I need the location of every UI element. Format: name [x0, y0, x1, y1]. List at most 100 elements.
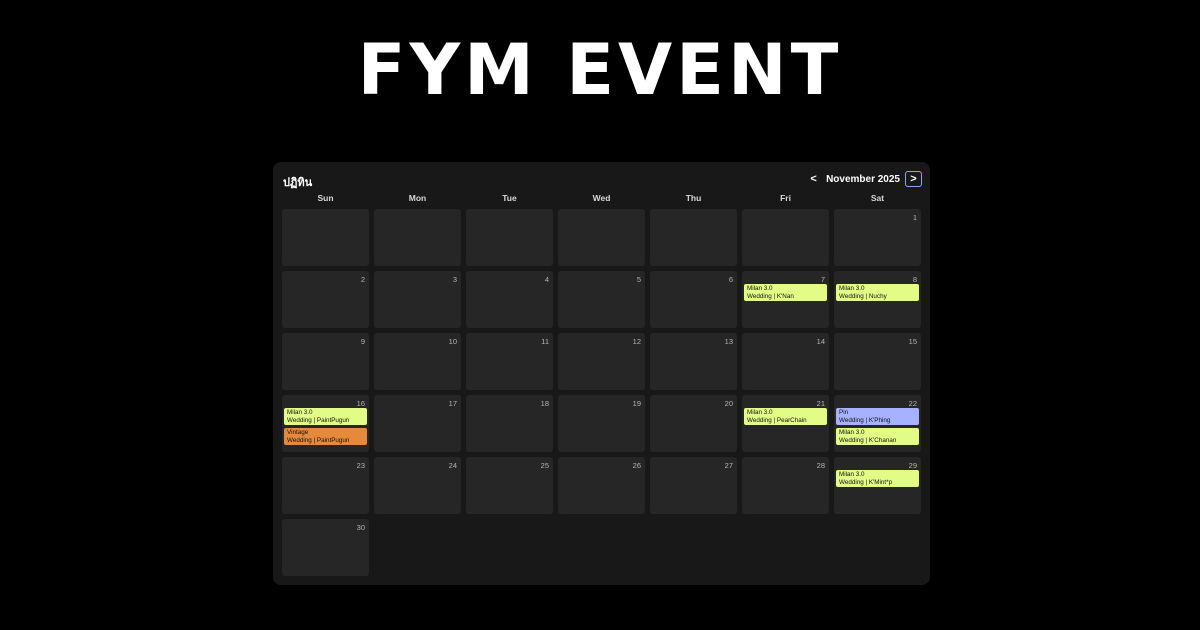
event-title: Milan 3.0	[747, 409, 773, 416]
event-detail: Wedding | K'Mint*p	[839, 478, 893, 486]
day-cell[interactable]: 4	[466, 271, 553, 328]
day-number: 9	[360, 337, 365, 346]
day-number: 16	[356, 399, 365, 408]
day-number: 25	[540, 461, 549, 470]
day-number: 3	[452, 275, 457, 284]
day-cell[interactable]: 28	[742, 457, 829, 514]
event-detail: Wedding | K'Phing	[839, 416, 891, 424]
day-cell[interactable]: 2	[282, 271, 369, 328]
day-cell[interactable]: 24	[374, 457, 461, 514]
day-number: 19	[632, 399, 641, 408]
day-number: 15	[908, 337, 917, 346]
day-number: 10	[448, 337, 457, 346]
day-cell[interactable]: 21 Milan 3.0 Wedding | PearChain	[742, 395, 829, 452]
day-cell[interactable]: 19	[558, 395, 645, 452]
calendar-title: ปฏิทิน	[283, 176, 313, 189]
event-list: Milan 3.0 Wedding | Nuchy	[836, 284, 919, 301]
empty-day-cell	[650, 209, 737, 266]
event-list: Milan 3.0 Wedding | K'Mint*p	[836, 470, 919, 487]
prev-month-button[interactable]: <	[805, 171, 822, 187]
weekday-label: Mon	[408, 193, 427, 203]
empty-day-cell	[742, 209, 829, 266]
day-cell[interactable]: 14	[742, 333, 829, 390]
day-number: 17	[448, 399, 457, 408]
event-chip[interactable]: Milan 3.0 Wedding | PaintPugun	[284, 408, 367, 425]
day-number: 7	[820, 275, 825, 284]
day-number: 23	[356, 461, 365, 470]
page-title: FYM EVENT	[357, 29, 843, 111]
day-cell[interactable]: 20	[650, 395, 737, 452]
weekday-label: Wed	[592, 193, 611, 203]
day-cell[interactable]: 15	[834, 333, 921, 390]
day-number: 30	[356, 523, 365, 532]
month-navigation: < November 2025 >	[805, 171, 922, 187]
day-cell[interactable]: 16 Milan 3.0 Wedding | PaintPugun Vintage We…	[282, 395, 369, 452]
day-cell[interactable]: 9	[282, 333, 369, 390]
day-cell[interactable]: 18	[466, 395, 553, 452]
day-cell[interactable]: 3	[374, 271, 461, 328]
day-cell[interactable]: 5	[558, 271, 645, 328]
day-cell[interactable]: 12	[558, 333, 645, 390]
next-month-button[interactable]: >	[905, 171, 922, 187]
day-cell[interactable]: 25	[466, 457, 553, 514]
day-cell[interactable]: 27	[650, 457, 737, 514]
event-title: Milan 3.0	[747, 285, 773, 292]
event-list: Milan 3.0 Wedding | PearChain	[744, 408, 827, 425]
day-number: 5	[636, 275, 641, 284]
event-title: Milan 3.0	[839, 429, 865, 436]
calendar-grid: 1 2 3 4 5 6 7 Milan 3.0 Wedding | K'Nan 8 Milan 3.…	[282, 209, 921, 576]
day-cell[interactable]: 22 Pin Wedding | K'Phing Milan 3.0 Wedding |…	[834, 395, 921, 452]
day-cell[interactable]: 11	[466, 333, 553, 390]
day-number: 26	[632, 461, 641, 470]
day-number: 22	[908, 399, 917, 408]
event-chip[interactable]: Vintage Wedding | PaintPugun	[284, 428, 367, 445]
day-number: 12	[632, 337, 641, 346]
day-cell[interactable]: 30	[282, 519, 369, 576]
day-number: 28	[816, 461, 825, 470]
weekday-label: Fri	[780, 193, 791, 203]
month-label: November 2025	[826, 173, 900, 185]
day-number: 21	[816, 399, 825, 408]
day-cell[interactable]: 1	[834, 209, 921, 266]
day-cell[interactable]: 26	[558, 457, 645, 514]
day-number: 13	[724, 337, 733, 346]
day-cell[interactable]: 10	[374, 333, 461, 390]
event-chip[interactable]: Milan 3.0 Wedding | K'Mint*p	[836, 470, 919, 487]
event-chip[interactable]: Pin Wedding | K'Phing	[836, 408, 919, 425]
weekday-header: Sun Mon Tue Wed Thu Fri Sat	[282, 193, 926, 203]
day-cell[interactable]: 7 Milan 3.0 Wedding | K'Nan	[742, 271, 829, 328]
day-number: 8	[912, 275, 917, 284]
event-detail: Wedding | K'Chanan	[839, 436, 897, 444]
event-chip[interactable]: Milan 3.0 Wedding | Nuchy	[836, 284, 919, 301]
empty-day-cell	[466, 209, 553, 266]
day-cell[interactable]: 29 Milan 3.0 Wedding | K'Mint*p	[834, 457, 921, 514]
weekday-label: Sun	[317, 193, 334, 203]
event-title: Vintage	[287, 429, 309, 436]
event-detail: Wedding | PaintPugun	[287, 436, 350, 444]
day-number: 20	[724, 399, 733, 408]
day-cell[interactable]: 8 Milan 3.0 Wedding | Nuchy	[834, 271, 921, 328]
day-number: 18	[540, 399, 549, 408]
event-title: Milan 3.0	[839, 471, 865, 478]
event-chip[interactable]: Milan 3.0 Wedding | K'Nan	[744, 284, 827, 301]
weekday-label: Thu	[685, 193, 702, 203]
day-number: 29	[908, 461, 917, 470]
event-title: Milan 3.0	[839, 285, 865, 292]
empty-day-cell	[558, 209, 645, 266]
event-chip[interactable]: Milan 3.0 Wedding | PearChain	[744, 408, 827, 425]
empty-day-cell	[374, 209, 461, 266]
empty-day-cell	[282, 209, 369, 266]
day-number: 4	[544, 275, 549, 284]
day-cell[interactable]: 17	[374, 395, 461, 452]
event-list: Pin Wedding | K'Phing Milan 3.0 Wedding | K…	[836, 408, 919, 445]
event-title: Milan 3.0	[287, 409, 313, 416]
day-cell[interactable]: 6	[650, 271, 737, 328]
weekday-label: Tue	[502, 193, 517, 203]
event-detail: Wedding | PearChain	[747, 416, 807, 424]
day-cell[interactable]: 23	[282, 457, 369, 514]
event-chip[interactable]: Milan 3.0 Wedding | K'Chanan	[836, 428, 919, 445]
calendar: ปฏิทิน < November 2025 > Sun Mon Tue Wed Thu…	[273, 162, 930, 585]
day-cell[interactable]: 13	[650, 333, 737, 390]
event-detail: Wedding | K'Nan	[747, 292, 794, 300]
day-number: 2	[360, 275, 365, 284]
